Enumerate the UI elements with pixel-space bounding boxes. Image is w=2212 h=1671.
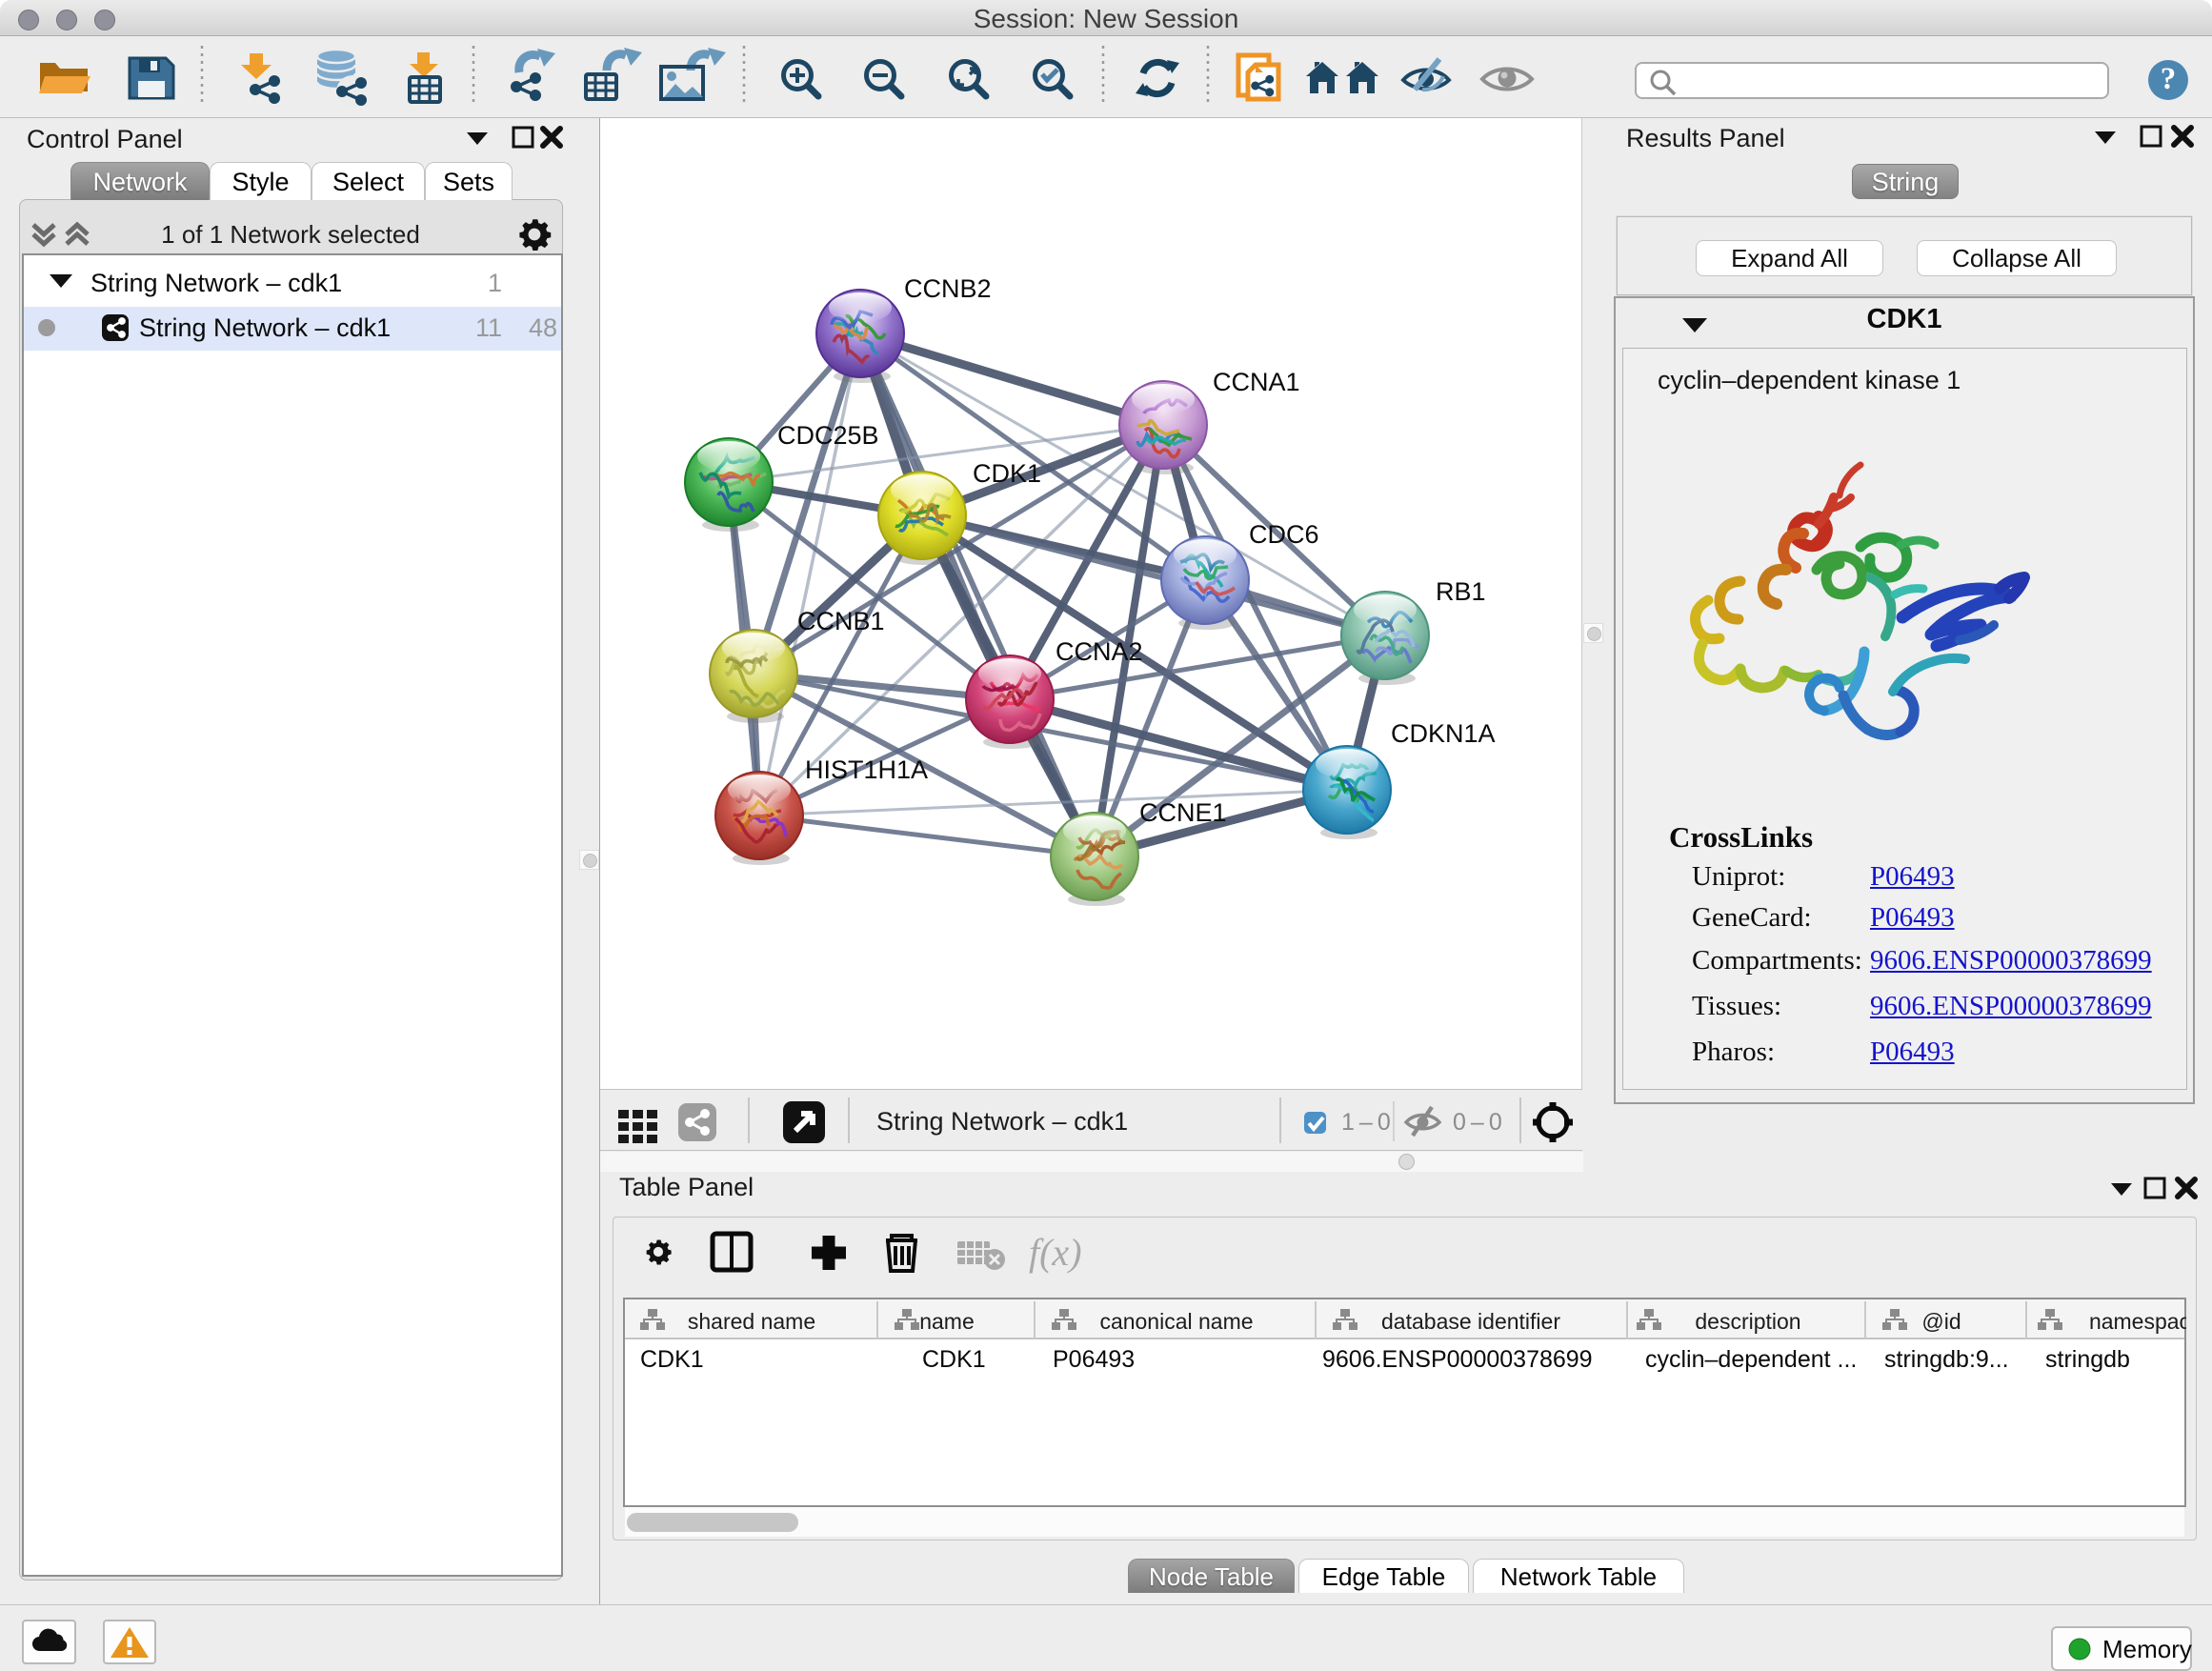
svg-text:cyclin–dependent ...: cyclin–dependent ... — [1645, 1346, 1857, 1373]
svg-text:String Network – cdk1: String Network – cdk1 — [876, 1107, 1128, 1136]
svg-text:f(x): f(x) — [1029, 1231, 1082, 1274]
svg-text:String Network – cdk1: String Network – cdk1 — [139, 313, 391, 342]
svg-text:CDK1: CDK1 — [922, 1346, 986, 1373]
svg-text:CCNB1: CCNB1 — [797, 607, 885, 635]
svg-text:CDK1: CDK1 — [640, 1346, 704, 1373]
svg-text:CDC6: CDC6 — [1249, 520, 1319, 549]
svg-text:name: name — [919, 1309, 975, 1334]
svg-text:@id: @id — [1921, 1309, 1961, 1334]
svg-text:?: ? — [2161, 62, 2177, 96]
svg-text:CDK1: CDK1 — [973, 459, 1041, 488]
svg-text:description: description — [1695, 1309, 1800, 1334]
svg-text:CCNE1: CCNE1 — [1139, 798, 1227, 827]
svg-text:stringdb:9...: stringdb:9... — [1884, 1346, 2009, 1373]
svg-text:11: 11 — [475, 313, 502, 342]
svg-text:String Network – cdk1: String Network – cdk1 — [90, 269, 342, 297]
svg-text:1: 1 — [488, 269, 502, 297]
svg-text:9606.ENSP00000378699: 9606.ENSP00000378699 — [1322, 1346, 1593, 1373]
svg-text:CDKN1A: CDKN1A — [1391, 719, 1496, 748]
svg-text:shared name: shared name — [688, 1309, 815, 1334]
svg-text:stringdb: stringdb — [2045, 1346, 2130, 1373]
svg-text:CDC25B: CDC25B — [777, 421, 879, 450]
svg-text:namespac: namespac — [2089, 1309, 2186, 1334]
svg-text:CCNA2: CCNA2 — [1056, 637, 1143, 666]
svg-text:CCNA1: CCNA1 — [1213, 368, 1300, 396]
svg-text:1 – 0: 1 – 0 — [1341, 1109, 1391, 1136]
svg-text:CCNB2: CCNB2 — [904, 274, 992, 303]
svg-text:HIST1H1A: HIST1H1A — [805, 755, 928, 784]
svg-text:RB1: RB1 — [1436, 577, 1486, 606]
svg-text:canonical name: canonical name — [1099, 1309, 1253, 1334]
svg-text:database identifier: database identifier — [1381, 1309, 1560, 1334]
svg-text:0 – 0: 0 – 0 — [1453, 1109, 1502, 1136]
svg-text:P06493: P06493 — [1053, 1346, 1135, 1373]
svg-text:48: 48 — [529, 313, 557, 342]
